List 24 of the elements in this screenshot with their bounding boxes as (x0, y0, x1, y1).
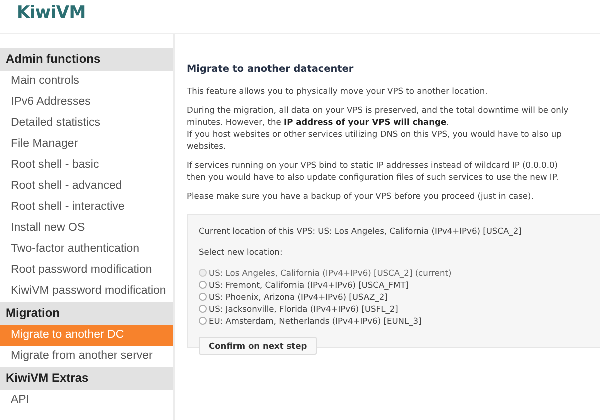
paragraph-line: During the migration, all data on your VPS is preserved, and the total downtime will be only (187, 104, 570, 116)
confirm-button[interactable]: Confirm on next step (199, 337, 318, 355)
paragraph-line: If you host websites or other services utilizing DNS on this VPS, you would have to also up (187, 128, 563, 140)
paragraph-line: websites. (187, 140, 228, 152)
radio-button[interactable] (199, 293, 207, 301)
paragraph-line: minutes. However, the IP address of your VPS will change. (187, 116, 450, 128)
radio-label[interactable]: EU: Amsterdam, Netherlands (IPv4+IPv6) [EUNL_3] (209, 316, 422, 326)
paragraph-line: then you would have to also update configuration files of such services to use the new IP. (187, 171, 560, 183)
page-title: Migrate to another datacenter (187, 64, 355, 75)
paragraph-line: If services running on your VPS bind to static IP addresses instead of wildcard IP (0.0.0.0) (187, 159, 559, 171)
sidebar-heading: Admin functions (0, 48, 173, 71)
radio-button[interactable] (199, 305, 207, 313)
radio-label[interactable]: US: Phoenix, Arizona (IPv4+IPv6) [USAZ_2] (209, 292, 388, 302)
paragraph-line: This feature allows you to physically move your VPS to another location. (187, 85, 489, 97)
sidebar-heading: KiwiVM Extras (0, 367, 173, 390)
radio-label[interactable]: US: Fremont, California (IPv4+IPv6) [USCA_FMT] (209, 280, 410, 290)
current-location-text: Current location of this VPS: US: Los Angeles, California (IPv4+IPv6) [USCA_2] (199, 225, 523, 237)
paragraph-line: Please make sure you have a backup of your VPS before you proceed (just in case). (187, 190, 535, 202)
logo: KiwiVM (17, 3, 86, 25)
radio-label[interactable]: US: Jacksonville, Florida (IPv4+IPv6) [USFL_2] (209, 304, 398, 314)
sidebar-heading: Migration (0, 302, 173, 325)
radio-button[interactable] (199, 281, 207, 289)
radio-button[interactable] (199, 317, 207, 325)
select-location-label: Select new location: (199, 246, 284, 258)
